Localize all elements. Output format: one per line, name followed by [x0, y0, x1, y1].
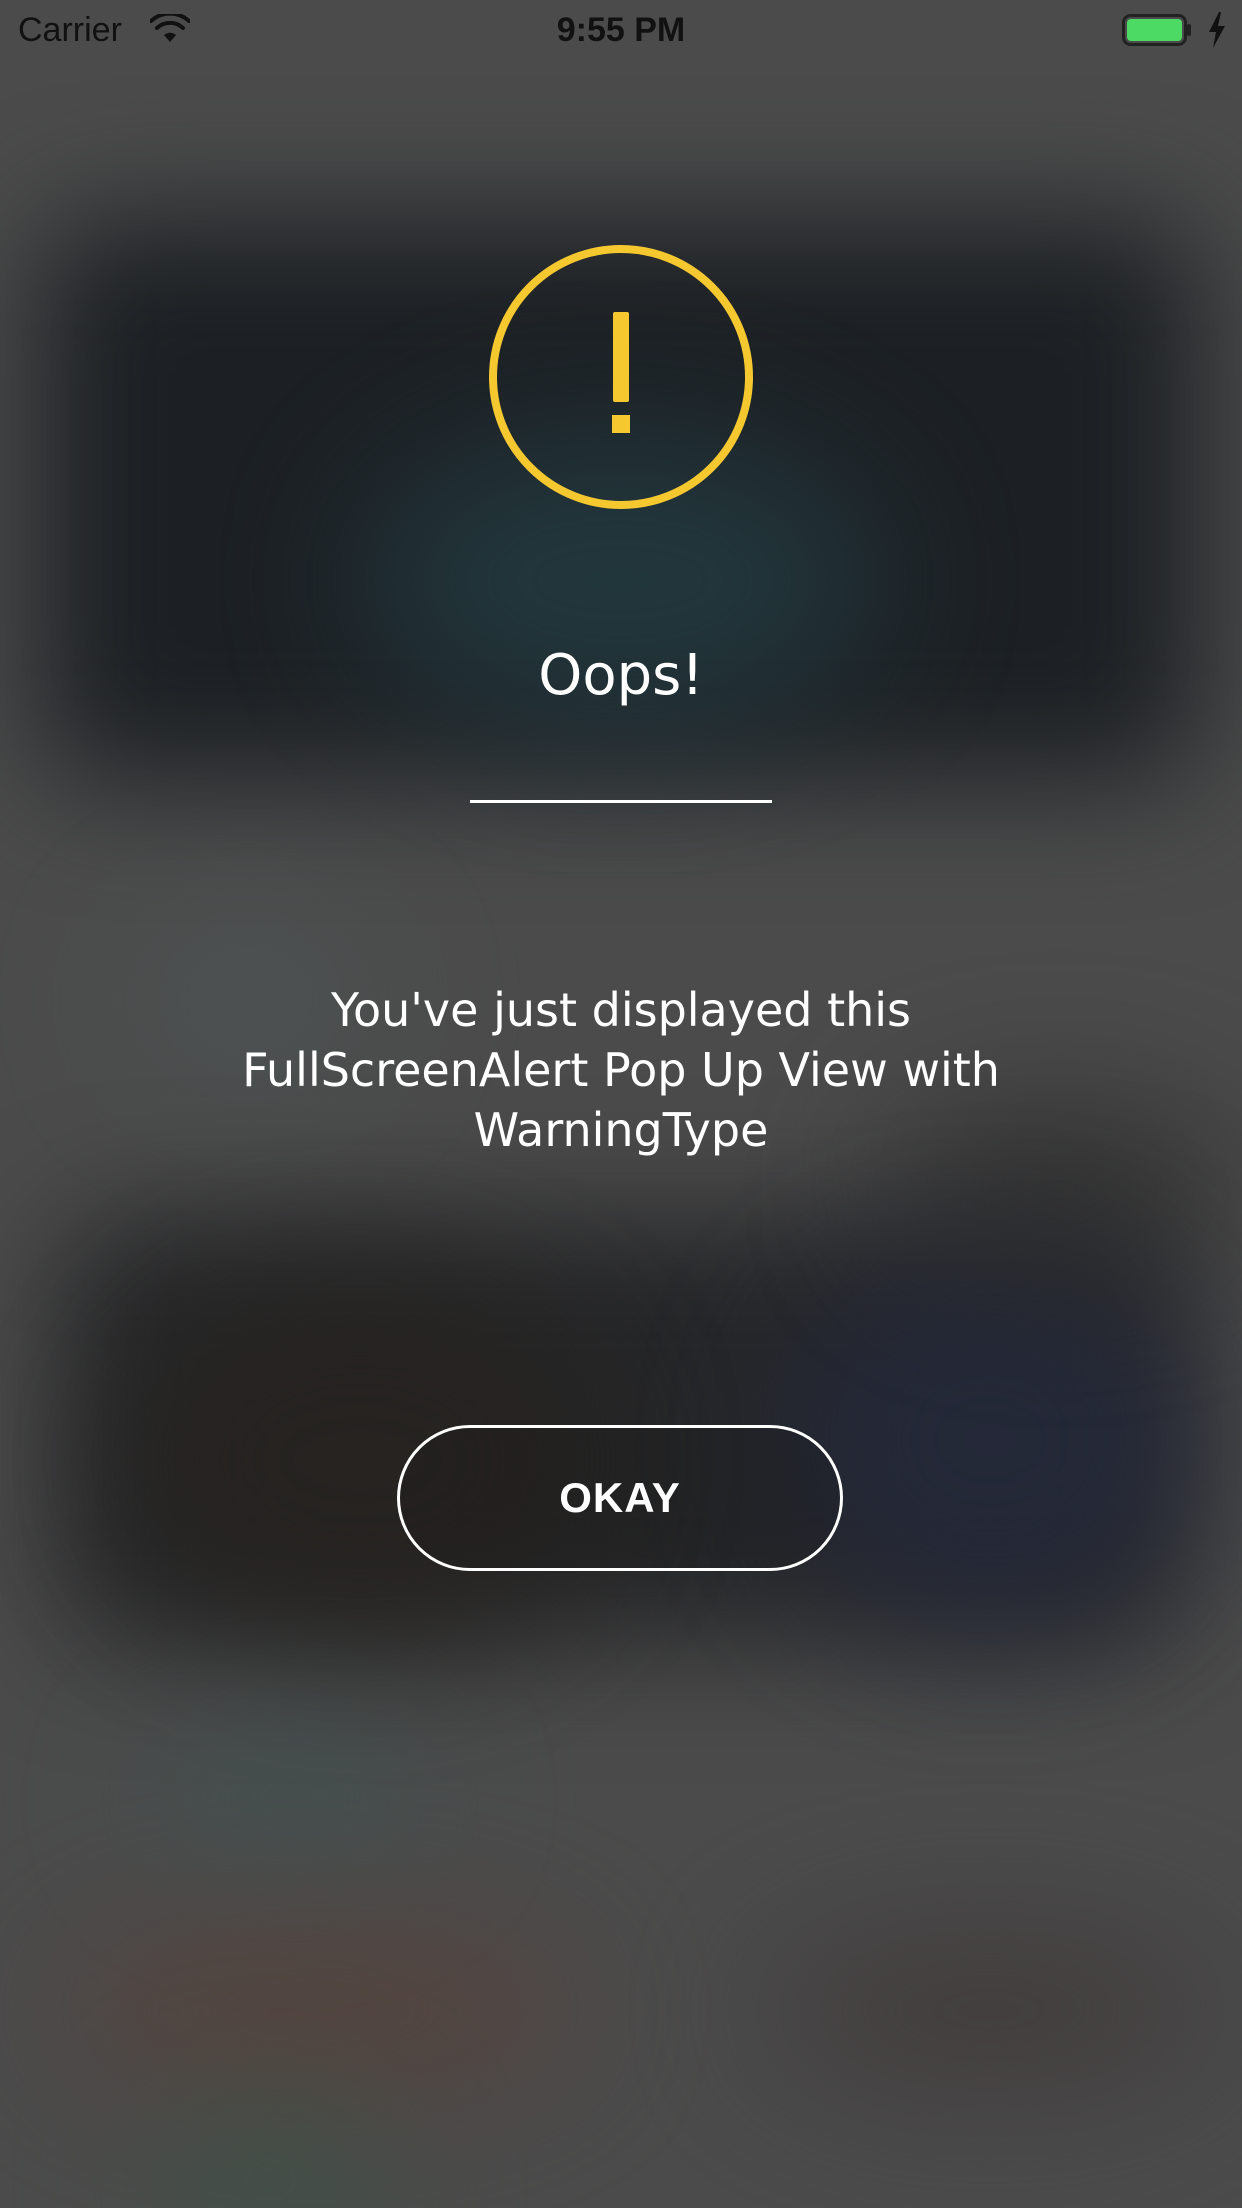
okay-button[interactable]: OKAY: [397, 1425, 843, 1571]
charging-bolt-icon: [1209, 12, 1225, 48]
background-blur-region: [150, 2100, 390, 2208]
background-blur-region: [140, 1720, 440, 1880]
background-blur-region: [60, 1930, 580, 2090]
status-time: 9:55 PM: [556, 11, 686, 49]
alert-title: Oops!: [538, 643, 704, 708]
warning-circle-icon: [489, 245, 753, 509]
battery-charging-icon: [1122, 14, 1191, 46]
background-blur-region: [760, 1930, 1220, 2090]
title-divider: [470, 800, 772, 803]
status-bar: Carrier 9:55 PM: [0, 0, 1242, 60]
background-blur-region: [780, 1250, 1200, 1630]
alert-message: You've just displayed this FullScreenAle…: [242, 983, 1000, 1157]
